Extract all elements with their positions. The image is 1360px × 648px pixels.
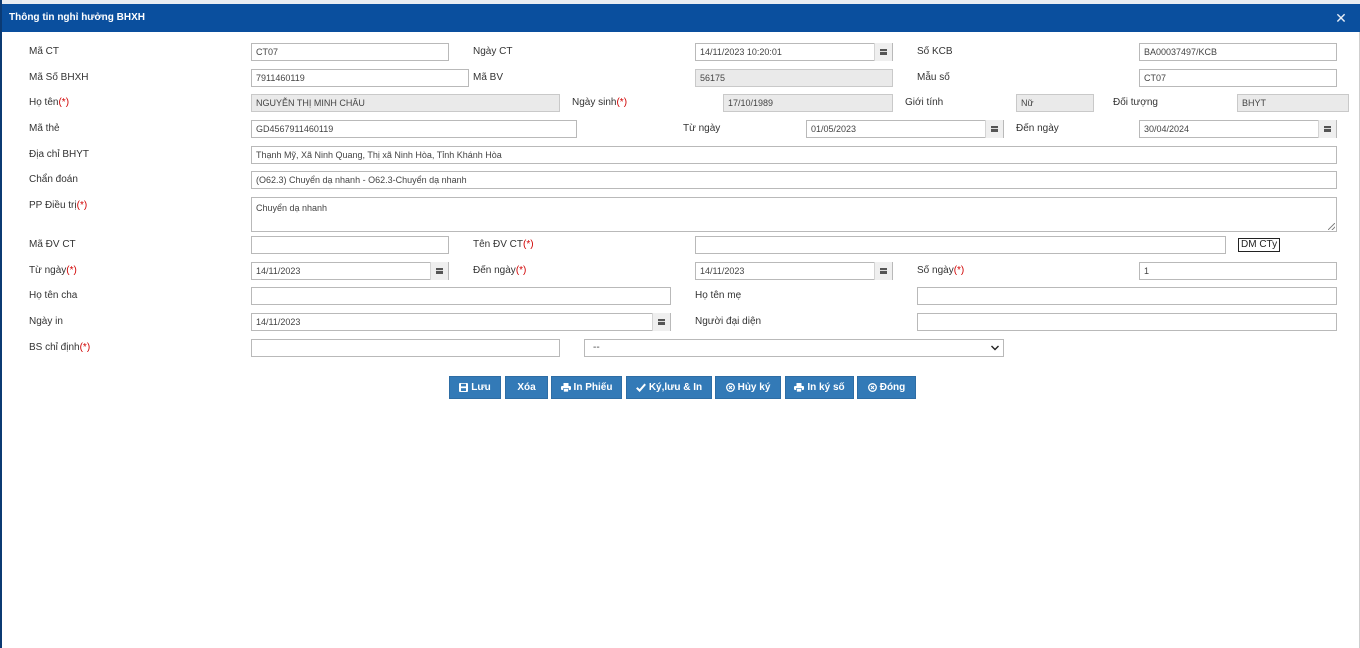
- printer-icon: [794, 382, 805, 392]
- print-digital-sign-button-label: In ký số: [807, 382, 845, 393]
- tu-ngay-the-calendar-icon[interactable]: [985, 120, 1003, 138]
- ma-the-label: Mã thẻ: [29, 123, 60, 134]
- den-ngay-the-label: Đến ngày: [1016, 123, 1059, 134]
- close-circle-icon: [867, 382, 877, 392]
- ma-dv-ct-input[interactable]: [251, 236, 449, 254]
- resize-handle[interactable]: [1328, 223, 1335, 230]
- chan-doan-label: Chẩn đoán: [29, 174, 78, 185]
- required-marker: (*): [76, 200, 88, 211]
- cancel-sign-button-label: Hủy ký: [737, 382, 771, 393]
- dm-cty-button[interactable]: DM CTy: [1238, 238, 1281, 252]
- ho-ten-me-input[interactable]: [917, 287, 1337, 305]
- mau-so-label: Mẫu số: [917, 72, 950, 83]
- so-kcb-label: Số KCB: [917, 46, 953, 57]
- gioi-tinh-label: Giới tính: [905, 97, 944, 108]
- gioi-tinh-input: Nữ: [1016, 94, 1094, 112]
- required-marker: (*): [515, 265, 527, 276]
- ma-ct-input[interactable]: CT07: [251, 43, 449, 61]
- print-digital-sign-button[interactable]: In ký số: [785, 376, 854, 399]
- doi-tuong-input: BHYT: [1237, 94, 1349, 112]
- den-ngay-input[interactable]: 14/11/2023: [695, 262, 893, 280]
- den-ngay-calendar-icon[interactable]: [874, 262, 892, 280]
- bs-chi-dinh-input[interactable]: [251, 339, 560, 357]
- ma-bv-input: 56175: [695, 69, 893, 87]
- sign-save-print-button-label: Ký,lưu & In: [648, 382, 703, 393]
- ngay-in-label: Ngày in: [29, 316, 63, 327]
- required-marker: (*): [79, 342, 91, 353]
- pp-dieu-tri-label: PP Điều trị(*): [29, 200, 88, 211]
- dia-chi-label: Địa chỉ BHYT: [29, 149, 90, 160]
- tu-ngay-the-label: Từ ngày: [683, 123, 721, 134]
- mau-so-input[interactable]: CT07: [1139, 69, 1337, 87]
- tu-ngay-label: Từ ngày(*): [29, 265, 77, 276]
- required-marker: (*): [953, 265, 965, 276]
- chevron-down-icon: [991, 345, 999, 351]
- pp-dieu-tri-text: Chuyển dạ nhanh: [256, 203, 328, 213]
- sign-save-print-button[interactable]: Ký,lưu & In: [626, 376, 712, 399]
- so-kcb-input[interactable]: BA00037497/KCB: [1139, 43, 1337, 61]
- ho-ten-label: Họ tên(*): [29, 97, 70, 108]
- bs-chi-dinh-label: BS chỉ định(*): [29, 342, 91, 353]
- dia-chi-input[interactable]: Thạnh Mỹ, Xã Ninh Quang, Thị xã Ninh Hòa…: [251, 146, 1337, 164]
- ngay-ct-input[interactable]: 14/11/2023 10:20:01: [695, 43, 893, 61]
- nguoi-dai-dien-label: Người đại diện: [695, 316, 762, 327]
- required-marker: (*): [523, 239, 534, 250]
- printer-icon: [560, 382, 571, 392]
- bs-chi-dinh-select[interactable]: --: [584, 339, 1004, 357]
- ma-so-bhxh-label: Mã Số BHXH: [29, 72, 89, 83]
- ngay-ct-calendar-icon[interactable]: [874, 43, 892, 61]
- ho-ten-cha-label: Họ tên cha: [29, 290, 78, 301]
- so-ngay-label: Số ngày(*): [917, 265, 965, 276]
- doi-tuong-label: Đối tượng: [1113, 97, 1158, 108]
- ngay-ct-label: Ngày CT: [473, 46, 513, 57]
- print-button[interactable]: In Phiếu: [551, 376, 622, 399]
- ho-ten-cha-input[interactable]: [251, 287, 671, 305]
- so-ngay-input[interactable]: 1: [1139, 262, 1337, 280]
- ma-ct-label: Mã CT: [29, 46, 59, 57]
- chan-doan-input[interactable]: (O62.3) Chuyển dạ nhanh - O62.3-Chuyển d…: [251, 171, 1337, 189]
- ngay-in-calendar-icon[interactable]: [652, 313, 670, 331]
- ngay-in-input[interactable]: 14/11/2023: [251, 313, 671, 331]
- required-marker: (*): [58, 97, 70, 108]
- ten-dv-ct-label: Tên ĐV CT(*): [473, 239, 534, 250]
- save-button-label: Lưu: [471, 382, 491, 393]
- ma-so-bhxh-input[interactable]: 7911460119: [251, 69, 469, 87]
- dialog-title: Thông tin nghỉ hưởng BHXH: [9, 12, 145, 23]
- delete-button-label: Xóa: [517, 382, 536, 393]
- dialog-titlebar: Thông tin nghỉ hưởng BHXH: [2, 4, 1360, 32]
- cancel-sign-button[interactable]: Hủy ký: [715, 376, 781, 399]
- dialog-window: Thông tin nghỉ hưởng BHXH ✕ Mã CT CT07 N…: [0, 0, 1360, 648]
- ho-ten-input: NGUYỄN THỊ MINH CHÂU: [251, 94, 560, 112]
- ngay-sinh-label: Ngày sinh(*): [572, 97, 628, 108]
- ngay-sinh-input: 17/10/1989: [723, 94, 893, 112]
- ten-dv-ct-input[interactable]: [695, 236, 1226, 254]
- den-ngay-the-calendar-icon[interactable]: [1318, 120, 1336, 138]
- tu-ngay-calendar-icon[interactable]: [430, 262, 448, 280]
- den-ngay-the-input[interactable]: 30/04/2024: [1139, 120, 1337, 138]
- required-marker: (*): [616, 97, 628, 108]
- floppy-icon: [459, 382, 469, 392]
- den-ngay-label: Đến ngày(*): [473, 265, 527, 276]
- bs-chi-dinh-select-value: --: [593, 342, 600, 353]
- close-icon[interactable]: ✕: [1333, 4, 1349, 32]
- required-marker: (*): [66, 265, 77, 276]
- ma-the-input[interactable]: GD4567911460119: [251, 120, 577, 138]
- close-button[interactable]: Đóng: [857, 376, 916, 399]
- close-button-label: Đóng: [879, 382, 906, 393]
- cancel-circle-icon: [725, 382, 735, 392]
- check-icon: [635, 383, 646, 392]
- save-button[interactable]: Lưu: [449, 376, 501, 399]
- tu-ngay-the-input[interactable]: 01/05/2023: [806, 120, 1004, 138]
- pp-dieu-tri-textarea[interactable]: Chuyển dạ nhanh: [251, 197, 1337, 232]
- print-button-label: In Phiếu: [573, 382, 613, 393]
- ma-bv-label: Mã BV: [473, 72, 504, 83]
- ma-dv-ct-label: Mã ĐV CT: [29, 239, 76, 250]
- delete-button[interactable]: Xóa: [505, 376, 548, 399]
- ho-ten-me-label: Họ tên mẹ: [695, 290, 742, 301]
- nguoi-dai-dien-input[interactable]: [917, 313, 1337, 331]
- tu-ngay-input[interactable]: 14/11/2023: [251, 262, 449, 280]
